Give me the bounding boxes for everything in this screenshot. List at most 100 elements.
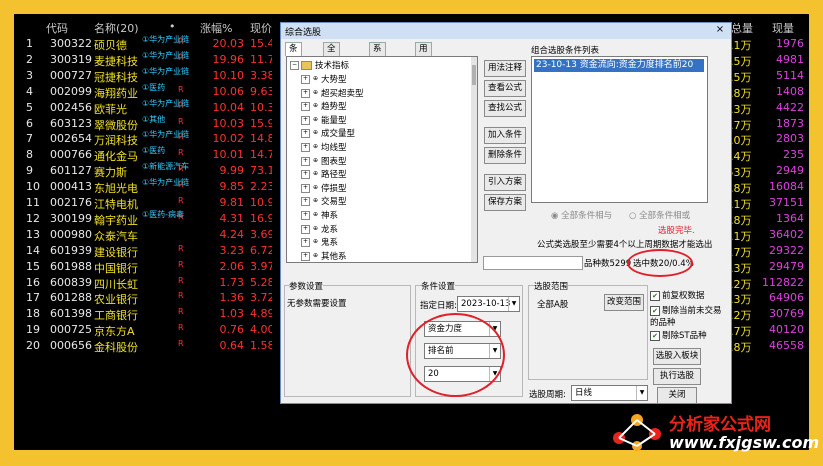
tree-scrollbar[interactable] xyxy=(471,57,477,262)
chevron-down-icon[interactable]: ▼ xyxy=(636,386,647,400)
close-button[interactable]: 关闭 xyxy=(657,387,697,404)
dialog-titlebar[interactable]: 综合选股 × xyxy=(281,23,731,39)
tree-item[interactable]: + ⊕ 大势型 xyxy=(301,73,347,85)
tab-system-conditions[interactable]: 系统条件 xyxy=(369,42,386,93)
expand-icon[interactable]: + xyxy=(301,129,310,139)
tree-item[interactable]: + ⊕ 超买超卖型 xyxy=(301,87,364,99)
tree-item[interactable]: + ⊕ 趋势型 xyxy=(301,100,347,112)
expand-icon[interactable]: + xyxy=(301,197,310,207)
date-value: 2023-10-13 xyxy=(461,299,511,309)
condition-list-item[interactable]: 23-10-13 资金流向:资金力度排名前20 xyxy=(534,59,704,72)
expand-icon[interactable]: + xyxy=(301,75,310,84)
current-price: 10.97 xyxy=(250,196,272,209)
tree-item-label: 交易型 xyxy=(321,197,347,208)
col-header-code[interactable]: 代码 xyxy=(46,20,68,35)
indicator-tree[interactable]: − 技术指标 + ⊕ 大势型 + ⊕ 超买超卖型 + ⊕ 趋势型 + ⊕ 能量型 + ⊕ 成交量型 + ⊕ 均线型 +… xyxy=(286,56,478,263)
execute-screen-button[interactable]: 执行选股 xyxy=(653,368,701,385)
current-price: 14.82 xyxy=(250,132,272,146)
indicator-icon: ⊕ xyxy=(312,197,319,205)
current-volume: 29479 xyxy=(769,259,804,273)
tree-item[interactable]: + ⊕ 图表型 xyxy=(301,155,347,167)
forward-adjust-checkbox[interactable]: ✔ 前复权数据 xyxy=(650,289,705,301)
radio-or[interactable]: ○ 全部条件相或 xyxy=(629,209,690,221)
tree-item[interactable]: + ⊕ 神系 xyxy=(301,209,338,221)
usage-note-button[interactable]: 用法注释 xyxy=(484,60,526,77)
expand-icon[interactable]: + xyxy=(301,211,310,220)
margin-mark: R xyxy=(178,196,184,205)
row-number: 20 xyxy=(26,339,40,353)
date-picker[interactable]: 2023-10-13 ▼ xyxy=(457,296,520,312)
checkmark-icon[interactable]: ✔ xyxy=(650,330,660,341)
close-icon[interactable]: × xyxy=(713,24,727,36)
condition-list[interactable]: 23-10-13 资金流向:资金力度排名前20 xyxy=(531,56,708,203)
indicator-icon: ⊕ xyxy=(312,238,319,246)
current-price: 11.72 xyxy=(250,52,272,66)
tree-item-label: 其他系 xyxy=(321,251,347,262)
range-value: 全部A股 xyxy=(537,300,569,310)
change-range-button[interactable]: 改变范围 xyxy=(604,294,644,311)
import-plan-button[interactable]: 引入方案 xyxy=(484,174,526,191)
margin-mark: R xyxy=(178,52,184,62)
collapse-icon[interactable]: − xyxy=(290,61,299,70)
add-condition-button[interactable]: 加入条件 xyxy=(484,127,526,144)
col-header-volume[interactable]: 总量 xyxy=(731,20,753,35)
find-formula-button[interactable]: 查找公式 xyxy=(484,100,526,117)
tree-item[interactable]: + ⊕ 交易型 xyxy=(301,195,347,207)
radio-and[interactable]: ◉ 全部条件相与 xyxy=(551,209,612,221)
forward-adjust-label: 前复权数据 xyxy=(662,291,705,301)
tree-item[interactable]: + ⊕ 路径型 xyxy=(301,168,347,180)
current-volume: 2949 xyxy=(776,164,804,178)
expand-icon[interactable]: + xyxy=(301,102,310,112)
expand-icon[interactable]: + xyxy=(301,224,310,234)
tab-user-conditions[interactable]: 用户条件 xyxy=(415,42,432,93)
stock-code: 002456 xyxy=(50,100,92,114)
expand-icon[interactable]: + xyxy=(301,115,310,125)
screen-to-block-button[interactable]: 选股入板块 xyxy=(653,348,701,365)
expand-icon[interactable]: + xyxy=(301,170,310,180)
tree-item-label: 路径型 xyxy=(321,170,347,181)
margin-mark: R xyxy=(178,323,184,333)
tree-root-item[interactable]: − 技术指标 xyxy=(290,59,349,71)
expand-icon[interactable]: + xyxy=(301,143,310,152)
exclude-st-checkbox[interactable]: ✔ 剔除ST品种 xyxy=(650,329,707,341)
tab-all-conditions[interactable]: 全部条件 xyxy=(323,42,340,93)
indicator-icon: ⊕ xyxy=(312,251,319,259)
exclude-untraded-checkbox[interactable]: ✔ 剔除当前未交易的品种 xyxy=(650,304,722,328)
expand-icon[interactable]: + xyxy=(301,156,310,166)
tab-condition-group[interactable]: 条件组 xyxy=(285,42,302,80)
col-header-name[interactable]: 名称(20) xyxy=(94,20,139,35)
expand-icon[interactable]: + xyxy=(301,251,310,261)
change-percent: 4.24 xyxy=(219,227,245,241)
tree-item[interactable]: + ⊕ 停损型 xyxy=(301,182,347,194)
col-header-pct[interactable]: 涨幅% xyxy=(200,20,232,35)
stock-name: 翠微股份 xyxy=(94,118,138,132)
indicator-icon: ⊕ xyxy=(312,129,319,137)
tree-item[interactable]: + ⊕ 鬼系 xyxy=(301,236,338,248)
tree-scrollbar-thumb[interactable] xyxy=(472,65,476,85)
current-volume: 64906 xyxy=(769,291,804,305)
current-price: 9.63 xyxy=(250,84,272,98)
tree-item[interactable]: + ⊕ 龙系 xyxy=(301,223,338,235)
checkmark-icon[interactable]: ✔ xyxy=(650,290,660,301)
col-header-price[interactable]: 现价 xyxy=(250,20,272,35)
expand-icon[interactable]: + xyxy=(301,238,310,248)
col-header-current-volume[interactable]: 现量 xyxy=(772,20,794,35)
tree-item[interactable]: + ⊕ 均线型 xyxy=(301,141,347,153)
current-volume: 4981 xyxy=(776,52,804,66)
period-select[interactable]: 日线 ▼ xyxy=(571,385,648,401)
exclude-untraded-label: 剔除当前未交易的品种 xyxy=(650,306,722,328)
chevron-down-icon[interactable]: ▼ xyxy=(508,297,519,311)
network-logo-icon xyxy=(613,414,661,451)
tree-item[interactable]: + ⊕ 成交量型 xyxy=(301,127,355,139)
stock-name: 中国银行 xyxy=(94,261,138,275)
expand-icon[interactable]: + xyxy=(301,183,310,193)
expand-icon[interactable]: + xyxy=(301,88,310,98)
delete-condition-button[interactable]: 删除条件 xyxy=(484,147,526,164)
stock-name: 众泰汽车 xyxy=(94,229,138,243)
save-plan-button[interactable]: 保存方案 xyxy=(484,194,526,211)
tree-item[interactable]: + ⊕ 其他系 xyxy=(301,250,347,262)
checkmark-icon[interactable]: ✔ xyxy=(650,305,660,316)
tree-item[interactable]: + ⊕ 能量型 xyxy=(301,114,347,126)
view-formula-button[interactable]: 查看公式 xyxy=(484,80,526,97)
change-percent: 3.23 xyxy=(219,243,245,257)
